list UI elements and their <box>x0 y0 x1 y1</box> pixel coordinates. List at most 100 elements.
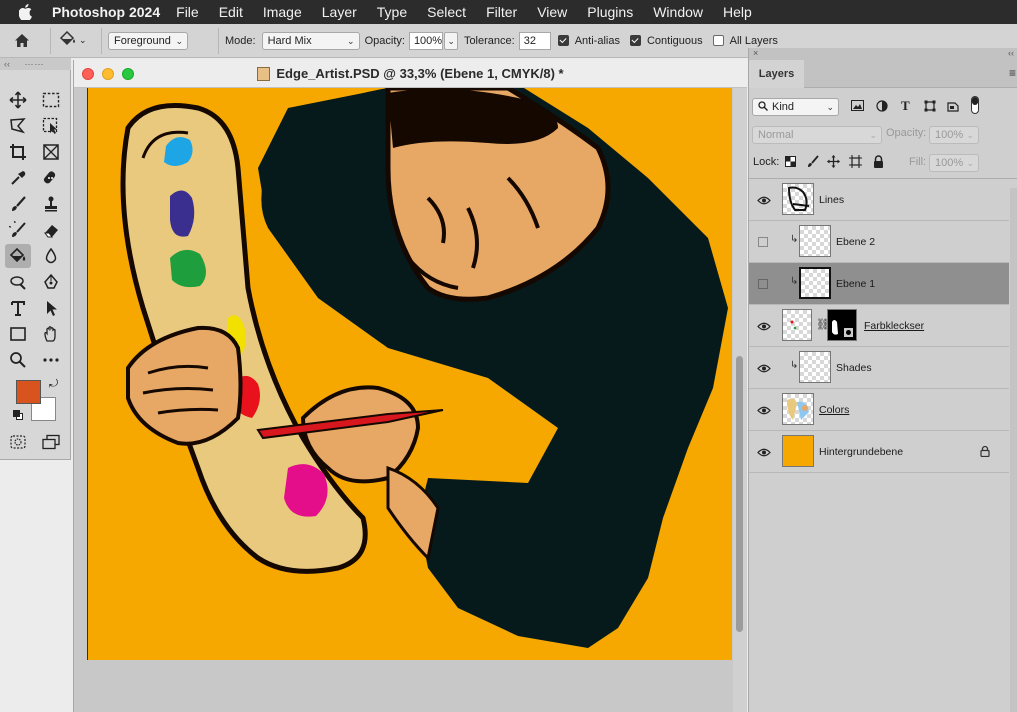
filter-smart-object-icon[interactable] <box>947 100 959 115</box>
visibility-toggle-off[interactable] <box>758 237 768 247</box>
visibility-eye-icon[interactable] <box>755 317 773 335</box>
app-name[interactable]: Photoshop 2024 <box>52 4 160 20</box>
menu-select[interactable]: Select <box>427 4 466 20</box>
close-window-button[interactable] <box>82 68 94 80</box>
layer-row-colors[interactable]: Colors <box>749 389 1009 431</box>
foreground-color-swatch[interactable] <box>16 380 41 404</box>
home-icon[interactable] <box>0 33 44 48</box>
quick-mask-button[interactable] <box>5 430 31 454</box>
clone-stamp-tool[interactable] <box>38 192 64 216</box>
visibility-eye-icon[interactable] <box>755 443 773 461</box>
minimize-window-button[interactable] <box>102 68 114 80</box>
contiguous-checkbox[interactable] <box>629 35 641 46</box>
swap-colors-icon[interactable]: ⤾ <box>49 378 58 391</box>
menu-filter[interactable]: Filter <box>486 4 517 20</box>
menu-edit[interactable]: Edit <box>219 4 243 20</box>
filter-kind-select[interactable]: Kind ⌄ <box>752 98 839 116</box>
lock-pixels-icon[interactable] <box>807 155 819 171</box>
visibility-toggle-off[interactable] <box>758 279 768 289</box>
filter-type-icon[interactable]: T <box>901 98 910 114</box>
menu-help[interactable]: Help <box>723 4 752 20</box>
anti-alias-option[interactable]: Anti-alias <box>557 34 620 47</box>
rectangle-tool[interactable] <box>5 322 31 346</box>
pen-tool[interactable] <box>38 270 64 294</box>
anti-alias-checkbox[interactable] <box>557 35 569 46</box>
eyedropper-tool[interactable] <box>5 166 31 190</box>
document-title-bar[interactable]: Edge_Artist.PSD @ 33,3% (Ebene 1, CMYK/8… <box>74 60 747 88</box>
layer-row-ebene-1[interactable]: ↳ Ebene 1 <box>749 263 1009 305</box>
layers-scrollbar[interactable] <box>1010 188 1017 712</box>
layer-row-shades[interactable]: ↳ Shades <box>749 347 1009 389</box>
layer-row-farbkleckser[interactable]: ⛓ Farbkleckser <box>749 305 1009 347</box>
collapse-panel-icon[interactable]: ‹‹ <box>1008 48 1014 58</box>
canvas-vertical-scrollbar[interactable] <box>733 88 747 712</box>
layer-row-lines[interactable]: Lines <box>749 179 1009 221</box>
object-selection-tool[interactable] <box>38 114 64 138</box>
layer-mask-thumbnail[interactable] <box>827 309 857 341</box>
lock-transparency-icon[interactable] <box>785 156 796 170</box>
opacity-dropdown[interactable]: ⌄ <box>443 31 458 50</box>
tab-layers[interactable]: Layers <box>749 60 804 88</box>
layer-name: Colors <box>819 403 850 416</box>
tolerance-field[interactable]: 32 <box>518 31 551 50</box>
layer-row-hintergrundebene[interactable]: Hintergrundebene <box>749 431 1009 473</box>
all-layers-option[interactable]: All Layers <box>712 35 778 47</box>
close-panel-icon[interactable]: × <box>753 48 758 58</box>
scrollbar-thumb[interactable] <box>736 356 743 632</box>
layer-row-ebene-2[interactable]: ↳ Ebene 2 <box>749 221 1009 263</box>
crop-icon <box>10 144 26 160</box>
contiguous-option[interactable]: Contiguous <box>629 35 703 47</box>
menu-file[interactable]: File <box>176 4 199 20</box>
panel-menu-icon[interactable]: ≡ <box>1009 66 1016 80</box>
filter-shape-icon[interactable] <box>924 100 936 115</box>
lock-all-icon[interactable] <box>873 155 884 171</box>
tool-preset-picker[interactable]: ⌄ <box>57 30 95 50</box>
visibility-eye-icon[interactable] <box>755 191 773 209</box>
canvas[interactable] <box>87 88 732 660</box>
filter-adjustment-icon[interactable] <box>876 100 888 115</box>
filter-pixel-icon[interactable] <box>851 100 864 114</box>
menu-window[interactable]: Window <box>653 4 703 20</box>
zoom-window-button[interactable] <box>122 68 134 80</box>
blur-tool[interactable] <box>38 244 64 268</box>
hand-tool[interactable] <box>38 322 64 346</box>
lasso-tool[interactable] <box>5 114 31 138</box>
all-layers-checkbox[interactable] <box>712 35 724 46</box>
fill-field[interactable]: 100% ⌄ <box>929 154 979 172</box>
menu-plugins[interactable]: Plugins <box>587 4 633 20</box>
menu-image[interactable]: Image <box>263 4 302 20</box>
screen-mode-button[interactable] <box>38 430 64 454</box>
visibility-eye-icon[interactable] <box>755 401 773 419</box>
path-selection-tool[interactable] <box>38 296 64 320</box>
menu-layer[interactable]: Layer <box>322 4 357 20</box>
filter-toggle-switch[interactable] <box>971 96 979 114</box>
tools-collapse-grip[interactable]: ‹‹ ⋯⋯ <box>0 58 71 70</box>
zoom-tool[interactable] <box>5 348 31 372</box>
type-tool[interactable] <box>5 296 31 320</box>
edit-toolbar-button[interactable] <box>38 348 64 372</box>
paint-bucket-tool[interactable] <box>5 244 31 268</box>
history-brush-tool[interactable] <box>5 218 31 242</box>
blend-mode-select[interactable]: Normal ⌄ <box>752 126 882 144</box>
apple-menu-icon[interactable] <box>0 4 52 20</box>
move-tool[interactable] <box>5 88 31 112</box>
frame-tool[interactable] <box>38 140 64 164</box>
lock-position-icon[interactable] <box>827 155 840 171</box>
dodge-tool[interactable] <box>5 270 31 294</box>
menu-view[interactable]: View <box>537 4 567 20</box>
mode-select[interactable]: Hard Mix ⌄ <box>261 31 360 50</box>
marquee-tool[interactable] <box>38 88 64 112</box>
rectangle-shape-icon <box>10 327 26 341</box>
eraser-tool[interactable] <box>38 218 64 242</box>
menu-type[interactable]: Type <box>377 4 407 20</box>
layer-opacity-field[interactable]: 100% ⌄ <box>929 126 979 144</box>
visibility-eye-icon[interactable] <box>755 359 773 377</box>
opacity-field[interactable]: 100% <box>408 31 443 50</box>
anti-alias-label: Anti-alias <box>574 34 620 47</box>
fill-source-select[interactable]: Foreground ⌄ <box>108 31 188 50</box>
healing-brush-tool[interactable] <box>38 166 64 190</box>
crop-tool[interactable] <box>5 140 31 164</box>
brush-tool[interactable] <box>5 192 31 216</box>
default-colors-icon[interactable] <box>13 410 23 420</box>
lock-artboard-icon[interactable] <box>849 155 862 171</box>
